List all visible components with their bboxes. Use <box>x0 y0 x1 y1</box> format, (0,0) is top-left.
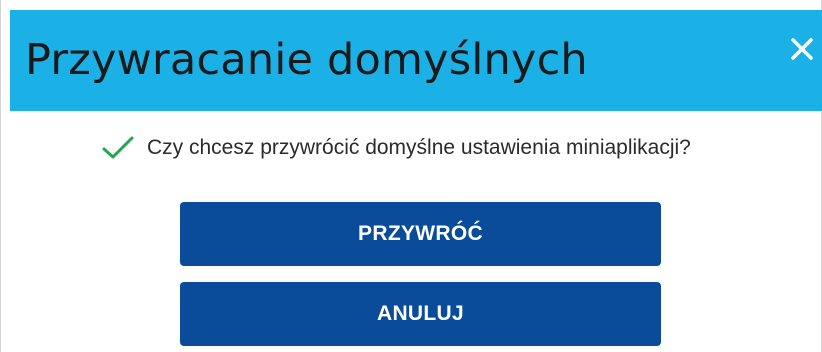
close-icon <box>791 38 813 60</box>
checkmark-icon <box>101 134 135 162</box>
close-button[interactable] <box>785 32 819 66</box>
cancel-button[interactable]: ANULUJ <box>180 282 661 346</box>
confirmation-message: Czy chcesz przywrócić domyślne ustawieni… <box>101 132 691 164</box>
dialog-title: Przywracanie domyślnych <box>25 35 588 85</box>
dialog-header: Przywracanie domyślnych <box>10 10 822 111</box>
restore-defaults-dialog: Przywracanie domyślnych Czy chcesz przyw… <box>0 0 822 352</box>
confirmation-text: Czy chcesz przywrócić domyślne ustawieni… <box>147 136 691 159</box>
restore-button[interactable]: PRZYWRÓĆ <box>180 202 661 266</box>
